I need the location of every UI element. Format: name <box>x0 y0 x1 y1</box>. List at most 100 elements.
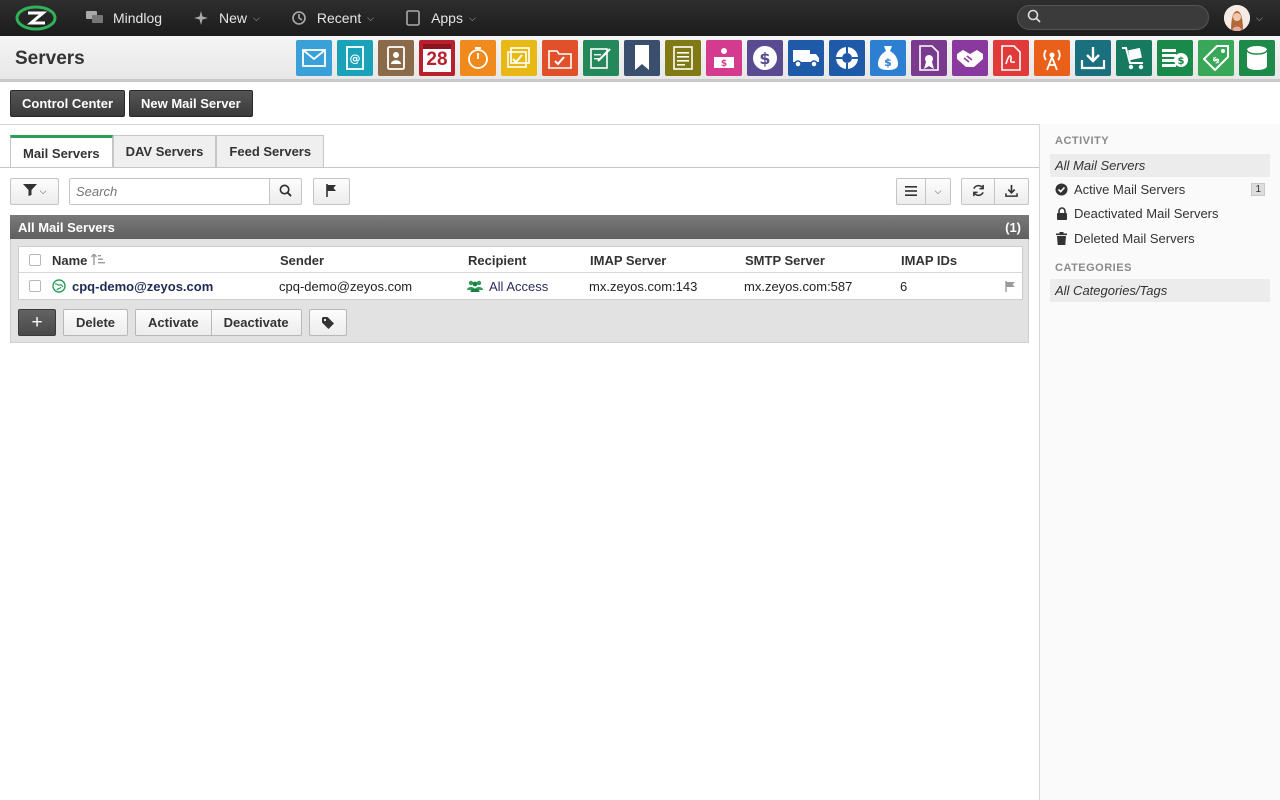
app-tile-database[interactable] <box>1239 40 1275 76</box>
list-header: All Mail Servers (1) <box>10 215 1029 239</box>
column-name[interactable]: Name <box>52 247 106 273</box>
column-imap-server[interactable]: IMAP Server <box>590 247 666 273</box>
nav-recent-label: Recent <box>316 10 362 26</box>
documents-icon <box>672 46 694 70</box>
row-checkbox[interactable] <box>29 280 41 292</box>
nav-apps[interactable]: Apps ⌵ <box>404 9 476 27</box>
control-center-button[interactable]: Control Center <box>10 90 125 117</box>
app-tile-address-book[interactable]: @ <box>337 40 373 76</box>
chevron-down-icon: ⌵ <box>934 186 942 196</box>
sidebar-item-deleted-mail-servers[interactable]: Deleted Mail Servers <box>1050 227 1270 250</box>
app-tile-pdf[interactable] <box>993 40 1029 76</box>
sparkle-icon <box>192 9 210 27</box>
app-tile-dollar[interactable]: $ <box>747 40 783 76</box>
tab-mail-servers[interactable]: Mail Servers <box>10 135 113 168</box>
view-options-button[interactable]: ⌵ <box>925 178 951 205</box>
nav-mindlog[interactable]: Mindlog <box>86 9 162 27</box>
app-tile-download[interactable] <box>1075 40 1111 76</box>
mail-icon <box>302 49 326 67</box>
imap-ids-cell: 6 <box>900 278 908 294</box>
app-tile-notes[interactable] <box>583 40 619 76</box>
new-mail-server-button[interactable]: New Mail Server <box>129 90 253 117</box>
flag-filter-button[interactable] <box>313 178 350 205</box>
chevron-down-icon: ⌵ <box>468 12 476 23</box>
tag-button[interactable] <box>308 309 347 336</box>
app-tile-contacts[interactable] <box>378 40 414 76</box>
export-button[interactable] <box>994 178 1029 205</box>
bookmark-icon <box>634 45 650 71</box>
support-icon <box>834 45 860 71</box>
add-server-button[interactable]: + <box>18 309 56 336</box>
sidebar-item-all-mail-servers[interactable]: All Mail Servers <box>1050 154 1270 177</box>
sidebar-item-deactivated-mail-servers[interactable]: Deactivated Mail Servers <box>1050 202 1270 225</box>
app-tile-broadcast[interactable] <box>1034 40 1070 76</box>
contacts-icon <box>385 46 407 70</box>
app-tile-contract[interactable] <box>911 40 947 76</box>
column-smtp-server[interactable]: SMTP Server <box>745 247 825 273</box>
app-tile-tasks[interactable] <box>501 40 537 76</box>
page-title: Servers <box>15 48 85 69</box>
table-header-row: Name Sender Recipient IMAP Server SMTP S… <box>19 247 1022 273</box>
app-tile-support[interactable] <box>829 40 865 76</box>
list-search[interactable] <box>69 178 270 205</box>
app-tile-mail[interactable] <box>296 40 332 76</box>
activity-section-title: ACTIVITY <box>1055 135 1110 147</box>
sidebar-item-active-mail-servers[interactable]: Active Mail Servers 1 <box>1050 178 1270 201</box>
recipient-link[interactable]: All Access <box>467 273 548 299</box>
list-icon <box>905 184 917 199</box>
app-tile-cart[interactable] <box>1116 40 1152 76</box>
global-search[interactable] <box>1017 5 1209 30</box>
app-tile-price-tag[interactable]: $ <box>1198 40 1234 76</box>
nav-recent[interactable]: Recent ⌵ <box>290 9 374 27</box>
select-all-checkbox[interactable] <box>29 254 41 266</box>
app-tile-truck[interactable] <box>788 40 824 76</box>
projects-icon <box>548 47 572 69</box>
server-name-link[interactable]: cpq-demo@zeyos.com <box>52 273 213 299</box>
pdf-icon <box>1000 45 1022 71</box>
search-input[interactable] <box>70 179 260 204</box>
app-tile-cash[interactable]: $ <box>1157 40 1193 76</box>
list-view-button[interactable] <box>896 178 926 205</box>
app-tile-documents[interactable] <box>665 40 701 76</box>
cart-icon <box>1121 45 1147 71</box>
tab-dav-servers[interactable]: DAV Servers <box>112 135 217 167</box>
app-tile-bookmark[interactable] <box>624 40 660 76</box>
app-tile-calendar[interactable]: 28 <box>419 40 455 76</box>
delete-button[interactable]: Delete <box>63 309 129 336</box>
column-recipient[interactable]: Recipient <box>468 247 527 273</box>
history-icon <box>290 9 308 27</box>
chat-icon <box>86 9 104 27</box>
filter-button[interactable]: ⌵ <box>10 178 59 205</box>
svg-text:$: $ <box>759 49 770 68</box>
refresh-button[interactable] <box>961 178 995 205</box>
app-tile-handshake[interactable] <box>952 40 988 76</box>
zeyos-logo-icon[interactable] <box>14 5 58 31</box>
handshake-icon <box>956 47 984 69</box>
row-flag-icon[interactable] <box>1005 273 1016 299</box>
tab-feed-servers[interactable]: Feed Servers <box>216 135 325 167</box>
app-tile-projects[interactable] <box>542 40 578 76</box>
search-button[interactable] <box>269 178 302 205</box>
nav-new[interactable]: New ⌵ <box>192 9 260 27</box>
global-search-input[interactable] <box>1047 10 1197 25</box>
trash-icon <box>1055 232 1068 245</box>
cash-icon: $ <box>1161 46 1189 70</box>
table-row[interactable]: cpq-demo@zeyos.com cpq-demo@zeyos.com Al… <box>19 273 1022 299</box>
app-tile-timer[interactable] <box>460 40 496 76</box>
app-tile-sales-desk[interactable]: $ <box>706 40 742 76</box>
app-tile-money-bag[interactable]: $ <box>870 40 906 76</box>
activate-button[interactable]: Activate <box>135 309 212 336</box>
column-sender[interactable]: Sender <box>280 247 324 273</box>
deactivate-button[interactable]: Deactivate <box>211 309 302 336</box>
chevron-down-icon[interactable]: ⌵ <box>1256 13 1263 24</box>
top-bar: Mindlog New ⌵ Recent ⌵ Apps ⌵ ⌵ <box>0 0 1280 36</box>
flag-icon <box>326 183 337 200</box>
sidebar-item-all-categories[interactable]: All Categories/Tags <box>1050 279 1270 302</box>
filter-icon <box>22 184 37 199</box>
chevron-down-icon: ⌵ <box>39 186 47 196</box>
tabs-divider <box>0 167 1039 168</box>
database-icon <box>1246 45 1268 71</box>
column-imap-ids[interactable]: IMAP IDs <box>901 247 957 273</box>
user-avatar[interactable] <box>1224 5 1250 31</box>
contract-icon <box>917 45 941 71</box>
